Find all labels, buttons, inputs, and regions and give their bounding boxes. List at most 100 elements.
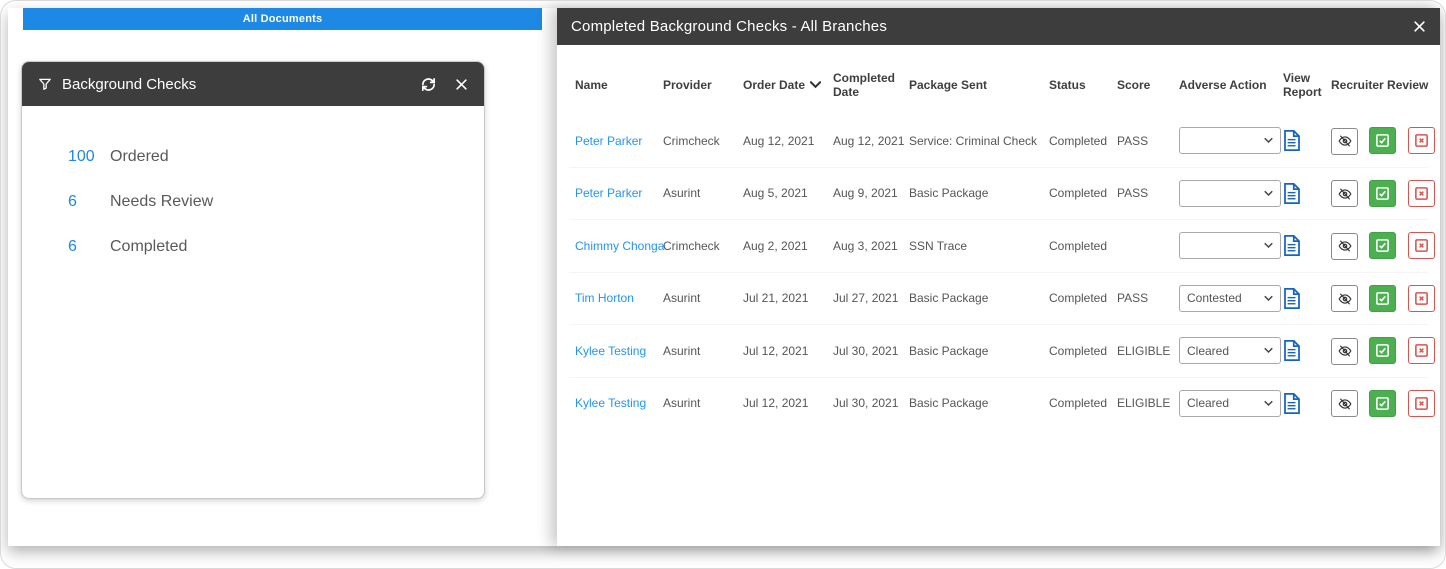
card-close-icon[interactable] xyxy=(455,78,468,91)
reject-x-icon[interactable] xyxy=(1408,127,1435,154)
adverse-action-select[interactable]: Cleared xyxy=(1179,390,1281,417)
stat-ordered-label: Ordered xyxy=(110,148,169,166)
chevron-down-icon xyxy=(1264,400,1273,407)
completed-date-cell: Aug 3, 2021 xyxy=(827,220,903,273)
all-documents-header: All Documents xyxy=(23,8,542,30)
eye-off-icon[interactable] xyxy=(1331,390,1358,417)
table-row: Tim Horton Asurint Jul 21, 2021 Jul 27, … xyxy=(569,272,1428,325)
package-cell: Basic Package xyxy=(903,272,1043,325)
approve-check-icon[interactable] xyxy=(1369,337,1396,364)
col-order-date[interactable]: Order Date xyxy=(737,65,827,115)
view-report-icon[interactable] xyxy=(1283,288,1301,309)
package-cell: Service: Criminal Check xyxy=(903,115,1043,167)
col-order-date-label: Order Date xyxy=(743,78,805,92)
view-report-icon[interactable] xyxy=(1283,393,1301,414)
package-cell: Basic Package xyxy=(903,377,1043,429)
table-row: Kylee Testing Asurint Jul 12, 2021 Jul 3… xyxy=(569,377,1428,429)
background-checks-stats: 100 Ordered 6 Needs Review 6 Completed xyxy=(22,106,484,256)
reject-x-icon[interactable] xyxy=(1408,232,1435,259)
view-report-icon[interactable] xyxy=(1283,340,1301,361)
eye-off-icon[interactable] xyxy=(1331,180,1358,207)
adverse-action-select[interactable] xyxy=(1179,127,1281,154)
adverse-action-select[interactable] xyxy=(1179,180,1281,207)
col-package-sent: Package Sent xyxy=(903,65,1043,115)
all-documents-title: All Documents xyxy=(243,13,323,25)
adverse-action-select[interactable]: Contested xyxy=(1179,285,1281,312)
background-checks-card-header: Background Checks xyxy=(22,62,484,106)
order-date-cell: Jul 12, 2021 xyxy=(737,325,827,378)
refresh-icon[interactable] xyxy=(420,76,437,93)
stat-needs-review-count: 6 xyxy=(68,193,110,211)
provider-cell: Asurint xyxy=(657,272,737,325)
card-actions xyxy=(420,76,468,93)
reject-x-icon[interactable] xyxy=(1408,390,1435,417)
name-link[interactable]: Peter Parker xyxy=(575,186,642,200)
completed-date-cell: Aug 12, 2021 xyxy=(827,115,903,167)
stat-ordered-count: 100 xyxy=(68,148,110,166)
eye-off-icon[interactable] xyxy=(1331,285,1358,312)
approve-check-icon[interactable] xyxy=(1369,390,1396,417)
approve-check-icon[interactable] xyxy=(1369,180,1396,207)
status-cell: Completed xyxy=(1043,272,1111,325)
score-cell: ELIGIBLE xyxy=(1111,377,1173,429)
eye-off-icon[interactable] xyxy=(1331,128,1358,155)
name-link[interactable]: Kylee Testing xyxy=(575,344,646,358)
order-date-cell: Aug 12, 2021 xyxy=(737,115,827,167)
col-status: Status xyxy=(1043,65,1111,115)
chevron-down-icon xyxy=(1264,347,1273,354)
table-row: Peter Parker Crimcheck Aug 12, 2021 Aug … xyxy=(569,115,1428,167)
reject-x-icon[interactable] xyxy=(1408,285,1435,312)
view-report-icon[interactable] xyxy=(1283,130,1301,151)
modal-title: Completed Background Checks - All Branch… xyxy=(571,18,887,35)
stat-completed-label: Completed xyxy=(110,238,187,256)
reject-x-icon[interactable] xyxy=(1408,337,1435,364)
modal-body: Name Provider Order Date Comple xyxy=(557,45,1440,429)
status-cell: Completed xyxy=(1043,115,1111,167)
view-report-icon[interactable] xyxy=(1283,235,1301,256)
name-link[interactable]: Kylee Testing xyxy=(575,396,646,410)
app-frame: All Documents Background Checks xyxy=(0,0,1446,569)
order-date-cell: Jul 12, 2021 xyxy=(737,377,827,429)
provider-cell: Crimcheck xyxy=(657,220,737,273)
eye-off-icon[interactable] xyxy=(1331,338,1358,365)
adverse-action-value: Cleared xyxy=(1187,396,1229,410)
table-header-row: Name Provider Order Date Comple xyxy=(569,65,1428,115)
score-cell xyxy=(1111,220,1173,273)
completed-background-checks-modal: Completed Background Checks - All Branch… xyxy=(557,8,1440,546)
completed-date-cell: Aug 9, 2021 xyxy=(827,167,903,220)
page-sheet: All Documents Background Checks xyxy=(8,8,1440,546)
adverse-action-select[interactable]: Cleared xyxy=(1179,337,1281,364)
col-provider: Provider xyxy=(657,65,737,115)
score-cell: PASS xyxy=(1111,167,1173,220)
adverse-action-select[interactable] xyxy=(1179,232,1281,259)
score-cell: PASS xyxy=(1111,272,1173,325)
table-row: Chimmy Chonga Crimcheck Aug 2, 2021 Aug … xyxy=(569,220,1428,273)
approve-check-icon[interactable] xyxy=(1369,285,1396,312)
order-date-cell: Aug 2, 2021 xyxy=(737,220,827,273)
reject-x-icon[interactable] xyxy=(1408,180,1435,207)
background-checks-title: Background Checks xyxy=(62,76,196,93)
view-report-icon[interactable] xyxy=(1283,183,1301,204)
provider-cell: Asurint xyxy=(657,377,737,429)
modal-close-icon[interactable] xyxy=(1413,20,1426,33)
package-cell: Basic Package xyxy=(903,325,1043,378)
sort-desc-icon[interactable] xyxy=(810,78,821,92)
eye-off-icon[interactable] xyxy=(1331,233,1358,260)
status-cell: Completed xyxy=(1043,220,1111,273)
adverse-action-value: Cleared xyxy=(1187,344,1229,358)
approve-check-icon[interactable] xyxy=(1369,127,1396,154)
provider-cell: Asurint xyxy=(657,167,737,220)
table-row: Kylee Testing Asurint Jul 12, 2021 Jul 3… xyxy=(569,325,1428,378)
approve-check-icon[interactable] xyxy=(1369,232,1396,259)
col-view-report: View Report xyxy=(1277,65,1325,115)
name-link[interactable]: Chimmy Chonga xyxy=(575,239,664,253)
col-recruiter-review: Recruiter Review xyxy=(1325,65,1428,115)
score-cell: PASS xyxy=(1111,115,1173,167)
name-link[interactable]: Peter Parker xyxy=(575,134,642,148)
order-date-cell: Aug 5, 2021 xyxy=(737,167,827,220)
package-cell: Basic Package xyxy=(903,167,1043,220)
name-link[interactable]: Tim Horton xyxy=(575,291,634,305)
col-score: Score xyxy=(1111,65,1173,115)
completed-date-cell: Jul 30, 2021 xyxy=(827,325,903,378)
provider-cell: Asurint xyxy=(657,325,737,378)
